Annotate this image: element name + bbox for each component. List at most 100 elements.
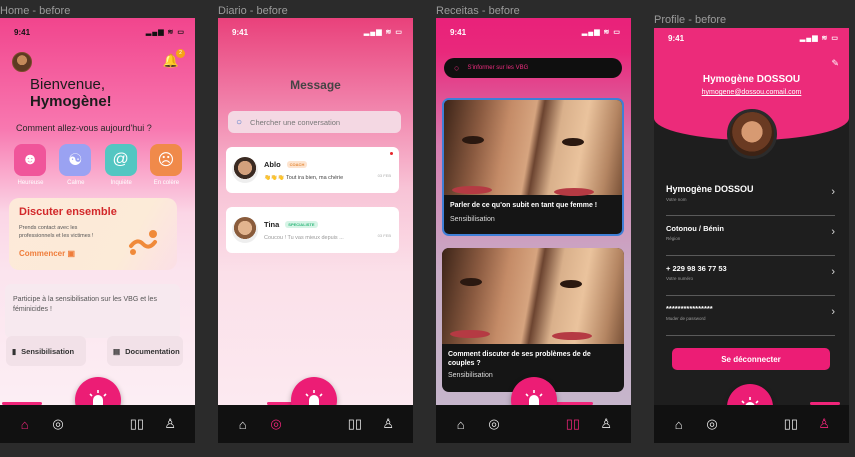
happy-face-icon: ☻	[14, 144, 46, 176]
row-value: Hymogène DOSSOU	[666, 184, 754, 194]
row-value: + 229 98 36 77 53	[666, 264, 727, 273]
status-bar: 9:41 ▂▄▆ ≋ ▭	[232, 28, 403, 37]
article-image	[444, 100, 622, 196]
user-icon[interactable]: ♙	[597, 415, 615, 433]
chat-icon[interactable]: ◎	[485, 415, 503, 433]
article-image	[442, 248, 624, 344]
row-value: ****************	[666, 304, 713, 313]
article-category: Sensibilisation	[450, 216, 495, 223]
chevron-right-icon: ›	[831, 226, 835, 238]
mood-picker: ☻ Heureuse ☯ Calme @ Inquiète ☹ En colèr…	[14, 144, 183, 186]
chat-icon[interactable]: ◎	[267, 415, 285, 433]
page-title: Message	[290, 78, 341, 92]
status-bar: 9:41 ▂▄▆ ≋ ▭	[450, 28, 621, 37]
avatar	[232, 217, 258, 243]
home-icon[interactable]: ⌂	[670, 415, 688, 433]
edit-icon[interactable]: ✎	[831, 58, 839, 69]
contact-name: Tina	[264, 219, 280, 229]
user-icon[interactable]: ♙	[379, 415, 397, 433]
signal-wifi-battery-icon: ▂▄▆ ≋ ▭	[799, 35, 839, 42]
status-bar: 9:41 ▂▄▆ ≋ ▭	[668, 34, 839, 43]
mood-label: Calme	[67, 180, 85, 186]
article-title: Parler de ce qu'on subit en tant que fem…	[450, 202, 598, 209]
avatar[interactable]	[727, 109, 777, 159]
frame-label-profile: Profile - before	[654, 14, 727, 26]
profile-row-password[interactable]: **************** Muder de password ›	[666, 300, 835, 336]
article-title: Comment discuter de ses problèmes de de …	[448, 351, 591, 367]
welcome-heading: Bienvenue, Hymogène!	[30, 76, 112, 110]
chat-illustration-icon	[129, 230, 157, 255]
bottom-nav: ⌂ ◎ ▯▯ ♙	[218, 405, 413, 443]
angry-face-icon: ☹	[149, 144, 182, 176]
chevron-right-icon: ›	[831, 266, 835, 278]
message-date: 03 FEB	[377, 233, 391, 238]
book-icon[interactable]: ▯▯	[346, 415, 364, 433]
mood-worried[interactable]: @ Inquiète	[104, 144, 138, 186]
article-card[interactable]: Comment discuter de ses problèmes de de …	[442, 248, 624, 392]
search-input[interactable]: ○ S'informer sur les VBG	[444, 58, 622, 78]
signal-wifi-battery-icon: ▂▄▆ ≋ ▭	[363, 29, 403, 36]
profile-email[interactable]: hymogene@dossou.comail.com	[654, 89, 849, 96]
avatar[interactable]	[12, 52, 32, 72]
status-time: 9:41	[232, 28, 249, 37]
user-icon[interactable]: ♙	[161, 415, 179, 433]
home-icon[interactable]: ⌂	[234, 415, 252, 433]
home-icon[interactable]: ⌂	[452, 415, 470, 433]
book-icon[interactable]: ▯▯	[128, 415, 146, 433]
profile-row-phone[interactable]: + 229 98 36 77 53 Votre numéro ›	[666, 260, 835, 296]
unread-dot	[390, 152, 393, 155]
message-date: 03 FEB	[377, 173, 391, 178]
article-card[interactable]: Parler de ce qu'on subit en tant que fem…	[442, 98, 624, 236]
conversation-item[interactable]: Ablo COACH 👋👋👋 Tout ira bien, ma chérie 0…	[226, 147, 399, 193]
signal-wifi-battery-icon: ▂▄▆ ≋ ▭	[581, 29, 621, 36]
chat-icon[interactable]: ◎	[703, 415, 721, 433]
mood-question: Comment allez-vous aujourd'hui ?	[16, 123, 152, 133]
role-badge: SPECIALISTE	[285, 220, 318, 228]
avatar	[232, 157, 258, 183]
book-icon[interactable]: ▯▯	[564, 415, 582, 433]
mood-calm[interactable]: ☯ Calme	[59, 144, 92, 186]
user-icon[interactable]: ♙	[815, 415, 833, 433]
search-icon: ○	[454, 63, 460, 73]
profile-name: Hymogène DOSSOU	[702, 74, 801, 85]
documentation-label: Documentation	[125, 346, 180, 356]
signal-wifi-battery-icon: ▂▄▆ ≋ ▭	[145, 29, 185, 36]
logout-button[interactable]: Se déconnecter	[672, 348, 830, 370]
search-placeholder: Chercher une conversation	[250, 117, 341, 127]
yin-yang-icon: ☯	[59, 144, 92, 176]
home-icon[interactable]: ⌂	[16, 415, 34, 433]
mood-angry[interactable]: ☹ En colère	[149, 144, 183, 186]
calendar-icon: ▣	[67, 249, 76, 258]
search-input[interactable]: ○ Chercher une conversation	[228, 111, 401, 133]
info-screen: 9:41 ▂▄▆ ≋ ▭ ○ S'informer sur les VBG Pa…	[436, 18, 631, 443]
mood-label: Inquiète	[110, 180, 132, 186]
profile-row-region[interactable]: Cotonou / Bénin Région ›	[666, 220, 835, 256]
search-icon: ○	[236, 116, 243, 128]
bottom-nav: ⌂ ◎ ▯▯ ♙	[436, 405, 631, 443]
message-preview: 👋👋👋 Tout ira bien, ma chérie	[264, 174, 344, 181]
chat-card[interactable]: Discuter ensemble Prends contact avec le…	[9, 198, 177, 270]
row-key: Votre numéro	[666, 276, 694, 281]
row-key: Région	[666, 236, 681, 241]
frame-label-diario: Diario - before	[218, 5, 288, 17]
conversation-item[interactable]: Tina SPECIALISTE Coucou ! Tu vas mieux de…	[226, 207, 399, 253]
start-label: Commencer	[19, 249, 66, 258]
messages-screen: 9:41 ▂▄▆ ≋ ▭ Message ○ Chercher une conv…	[218, 18, 413, 443]
documentation-button[interactable]: ▤ Documentation	[107, 336, 183, 366]
mood-label: En colère	[153, 180, 180, 186]
frame-label-receitas: Receitas - before	[436, 5, 520, 17]
sensibilisation-button[interactable]: ▮ Sensibilisation	[6, 336, 86, 366]
profile-row-name[interactable]: Hymogène DOSSOU Votre nom ›	[666, 180, 835, 216]
status-time: 9:41	[450, 28, 467, 37]
role-badge: COACH	[286, 160, 308, 168]
bottom-nav: ⌂ ◎ ▯▯ ♙	[0, 405, 195, 443]
welcome-line1: Bienvenue,	[30, 76, 106, 93]
status-bar: 9:41 ▂▄▆ ≋ ▭	[14, 28, 185, 37]
mood-happy[interactable]: ☻ Heureuse	[14, 144, 47, 186]
home-quick-buttons: ▮ Sensibilisation ▤ Documentation	[6, 336, 183, 366]
row-key: Votre nom	[666, 197, 687, 202]
contact-name: Ablo	[264, 159, 281, 169]
book-icon[interactable]: ▯▯	[782, 415, 800, 433]
chat-icon[interactable]: ◎	[49, 415, 67, 433]
bell-icon[interactable]: 🔔 2	[163, 49, 185, 69]
